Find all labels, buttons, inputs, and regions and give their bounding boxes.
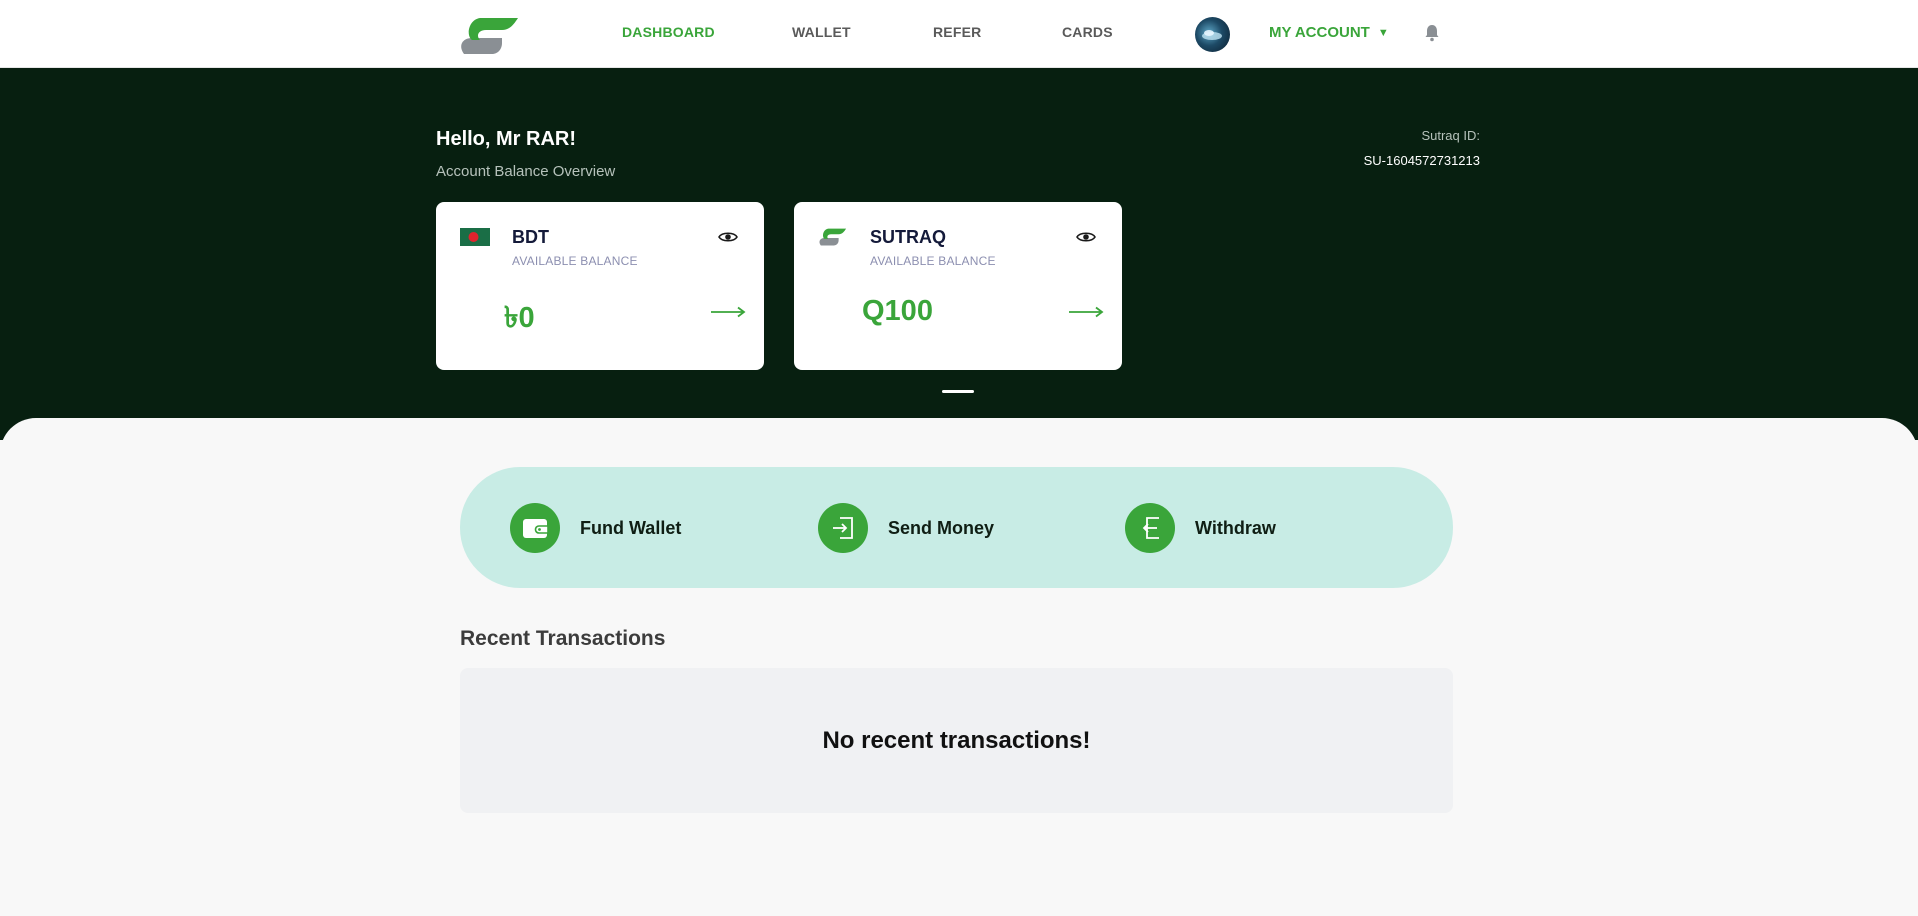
my-account-menu[interactable]: MY ACCOUNT ▼ <box>1269 24 1389 41</box>
sutraq-logo-icon <box>819 228 847 246</box>
no-transactions-message: No recent transactions! <box>822 726 1091 754</box>
currency-name: SUTRAQ <box>870 227 946 247</box>
avatar-image <box>1202 30 1222 40</box>
withdraw-icon <box>1125 503 1175 553</box>
top-navigation: DASHBOARD WALLET REFER CARDS MY ACCOUNT … <box>0 0 1918 68</box>
sutraq-logo-icon[interactable] <box>458 16 522 56</box>
available-balance-label: AVAILABLE BALANCE <box>870 254 996 268</box>
available-balance-label: AVAILABLE BALANCE <box>512 254 638 268</box>
balance-amount: ৳0 <box>504 302 535 334</box>
sutraq-id-label: Sutraq ID: <box>1421 128 1480 143</box>
arrow-right-icon[interactable] <box>1068 306 1104 318</box>
nav-dashboard[interactable]: DASHBOARD <box>622 24 715 40</box>
arrow-right-icon[interactable] <box>710 306 746 318</box>
avatar[interactable] <box>1195 17 1230 52</box>
quick-actions-bar: Fund Wallet Send Money Withdraw <box>460 467 1453 588</box>
greeting-heading: Hello, Mr RAR! <box>436 128 576 150</box>
balance-overview-subtitle: Account Balance Overview <box>436 163 616 180</box>
balance-hero: Hello, Mr RAR! Account Balance Overview … <box>0 68 1918 440</box>
nav-wallet[interactable]: WALLET <box>792 24 851 40</box>
bell-icon[interactable] <box>1424 24 1440 42</box>
carousel-indicator[interactable] <box>942 390 974 393</box>
bangladesh-flag-icon <box>460 228 490 246</box>
balance-card-bdt[interactable]: BDT AVAILABLE BALANCE ৳0 <box>436 202 764 370</box>
sutraq-id-value: SU-1604572731213 <box>1363 153 1480 168</box>
wallet-icon <box>510 503 560 553</box>
nav-refer[interactable]: REFER <box>933 24 981 40</box>
send-icon <box>818 503 868 553</box>
currency-name: BDT <box>512 227 549 247</box>
withdraw-label: Withdraw <box>1195 517 1276 538</box>
balance-amount: Q100 <box>862 295 933 327</box>
nav-cards[interactable]: CARDS <box>1062 24 1113 40</box>
eye-icon[interactable] <box>1076 230 1096 244</box>
fund-wallet-button[interactable]: Fund Wallet <box>510 503 681 553</box>
recent-transactions-title: Recent Transactions <box>460 627 666 650</box>
balance-card-sutraq[interactable]: SUTRAQ AVAILABLE BALANCE Q100 <box>794 202 1122 370</box>
send-money-label: Send Money <box>888 517 995 538</box>
fund-wallet-label: Fund Wallet <box>580 517 682 538</box>
send-money-button[interactable]: Send Money <box>818 503 994 553</box>
my-account-label: MY ACCOUNT <box>1269 24 1370 41</box>
withdraw-button[interactable]: Withdraw <box>1125 503 1276 553</box>
chevron-down-icon: ▼ <box>1377 26 1389 39</box>
eye-icon[interactable] <box>718 230 738 244</box>
recent-transactions-panel: No recent transactions! <box>460 668 1453 813</box>
